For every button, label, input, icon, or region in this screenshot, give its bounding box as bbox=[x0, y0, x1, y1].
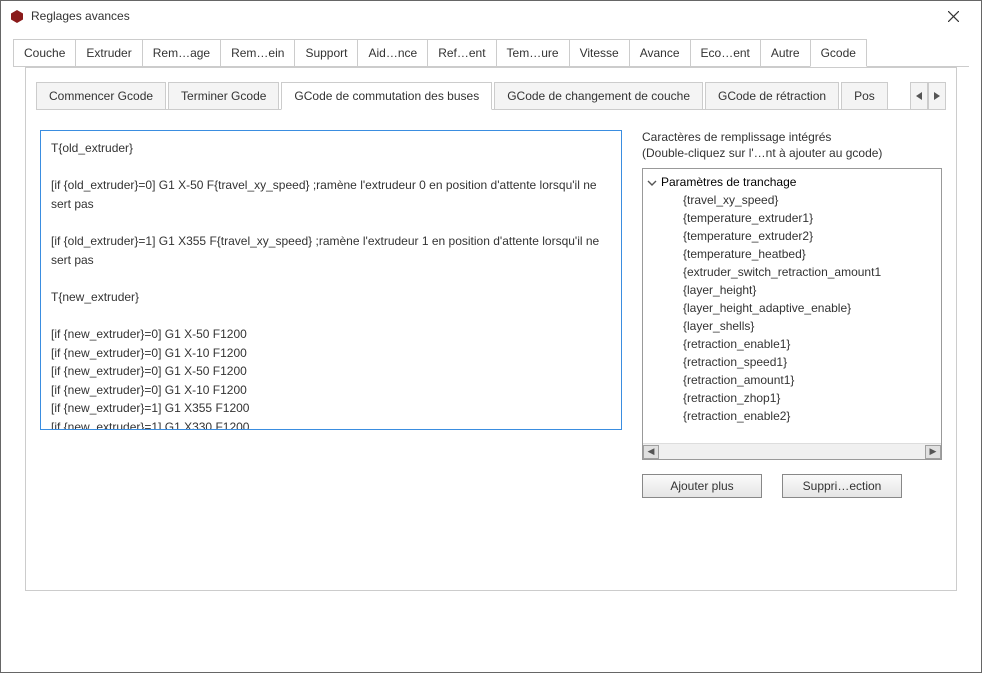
main-tab[interactable]: Aid…nce bbox=[357, 39, 428, 66]
main-tab[interactable]: Tem…ure bbox=[496, 39, 570, 66]
titlebar: Reglages avances bbox=[1, 1, 981, 31]
main-tab[interactable]: Eco…ent bbox=[690, 39, 761, 66]
tree-item[interactable]: {retraction_speed1} bbox=[643, 353, 941, 371]
main-tab[interactable]: Gcode bbox=[810, 39, 867, 67]
placeholders-subheading: (Double-cliquez sur l'…nt à ajouter au g… bbox=[642, 146, 942, 160]
inner-tab-strip: Commencer GcodeTerminer GcodeGCode de co… bbox=[36, 82, 946, 110]
chevron-right-icon bbox=[934, 92, 940, 100]
close-button[interactable] bbox=[933, 1, 973, 31]
add-more-button[interactable]: Ajouter plus bbox=[642, 474, 762, 498]
main-tab[interactable]: Rem…age bbox=[142, 39, 221, 66]
tree-body[interactable]: Paramètres de tranchage {travel_xy_speed… bbox=[643, 169, 941, 443]
placeholders-tree: Paramètres de tranchage {travel_xy_speed… bbox=[642, 168, 942, 460]
gcode-textarea[interactable] bbox=[40, 130, 622, 430]
inner-tab[interactable]: Terminer Gcode bbox=[168, 82, 279, 109]
tree-item[interactable]: {layer_shells} bbox=[643, 317, 941, 335]
main-tab[interactable]: Rem…ein bbox=[220, 39, 295, 66]
placeholder-buttons-row: Ajouter plus Suppri…ection bbox=[642, 474, 942, 498]
delete-selection-button[interactable]: Suppri…ection bbox=[782, 474, 902, 498]
placeholders-heading: Caractères de remplissage intégrés bbox=[642, 130, 942, 144]
tree-horizontal-scrollbar[interactable]: ◀ ▶ bbox=[643, 443, 941, 459]
tree-item[interactable]: {temperature_heatbed} bbox=[643, 245, 941, 263]
content-row: Caractères de remplissage intégrés (Doub… bbox=[26, 110, 956, 590]
gcode-editor-column bbox=[40, 130, 622, 580]
hscroll-right-button[interactable]: ▶ bbox=[925, 445, 941, 459]
gcode-panel: Commencer GcodeTerminer GcodeGCode de co… bbox=[25, 67, 957, 591]
inner-tab[interactable]: GCode de rétraction bbox=[705, 82, 839, 109]
main-tab-strip: CoucheExtruderRem…ageRem…einSupportAid…n… bbox=[13, 39, 969, 67]
chevron-left-icon bbox=[916, 92, 922, 100]
tab-scroll-controls bbox=[910, 82, 946, 109]
tree-item[interactable]: {retraction_amount1} bbox=[643, 371, 941, 389]
tree-item[interactable]: {layer_height_adaptive_enable} bbox=[643, 299, 941, 317]
main-tab[interactable]: Ref…ent bbox=[427, 39, 496, 66]
main-tab[interactable]: Autre bbox=[760, 39, 811, 66]
tab-scroll-right[interactable] bbox=[928, 82, 946, 109]
tree-item[interactable]: {layer_height} bbox=[643, 281, 941, 299]
tree-root-label: Paramètres de tranchage bbox=[661, 175, 796, 189]
main-tab[interactable]: Extruder bbox=[75, 39, 142, 66]
app-icon bbox=[9, 8, 25, 24]
tree-item[interactable]: {retraction_enable1} bbox=[643, 335, 941, 353]
inner-tab[interactable]: Commencer Gcode bbox=[36, 82, 166, 109]
tree-item[interactable]: {retraction_zhop1} bbox=[643, 389, 941, 407]
tree-item[interactable]: {temperature_extruder1} bbox=[643, 209, 941, 227]
tree-item[interactable]: {travel_xy_speed} bbox=[643, 191, 941, 209]
tree-item[interactable]: {extruder_switch_retraction_amount1 bbox=[643, 263, 941, 281]
window-title: Reglages avances bbox=[31, 9, 933, 23]
main-tab[interactable]: Support bbox=[294, 39, 358, 66]
inner-tab[interactable]: GCode de commutation des buses bbox=[281, 82, 492, 110]
main-tab[interactable]: Vitesse bbox=[569, 39, 630, 66]
main-tab[interactable]: Couche bbox=[13, 39, 76, 66]
tree-root-node[interactable]: Paramètres de tranchage bbox=[643, 173, 941, 191]
main-tab[interactable]: Avance bbox=[629, 39, 691, 66]
chevron-down-icon bbox=[647, 177, 657, 187]
inner-tab[interactable]: Pos bbox=[841, 82, 888, 109]
tab-scroll-left[interactable] bbox=[910, 82, 928, 109]
hscroll-left-button[interactable]: ◀ bbox=[643, 445, 659, 459]
close-icon bbox=[948, 11, 959, 22]
tree-item[interactable]: {temperature_extruder2} bbox=[643, 227, 941, 245]
inner-tab[interactable]: GCode de changement de couche bbox=[494, 82, 703, 109]
placeholders-column: Caractères de remplissage intégrés (Doub… bbox=[642, 130, 942, 580]
tree-item[interactable]: {retraction_enable2} bbox=[643, 407, 941, 425]
